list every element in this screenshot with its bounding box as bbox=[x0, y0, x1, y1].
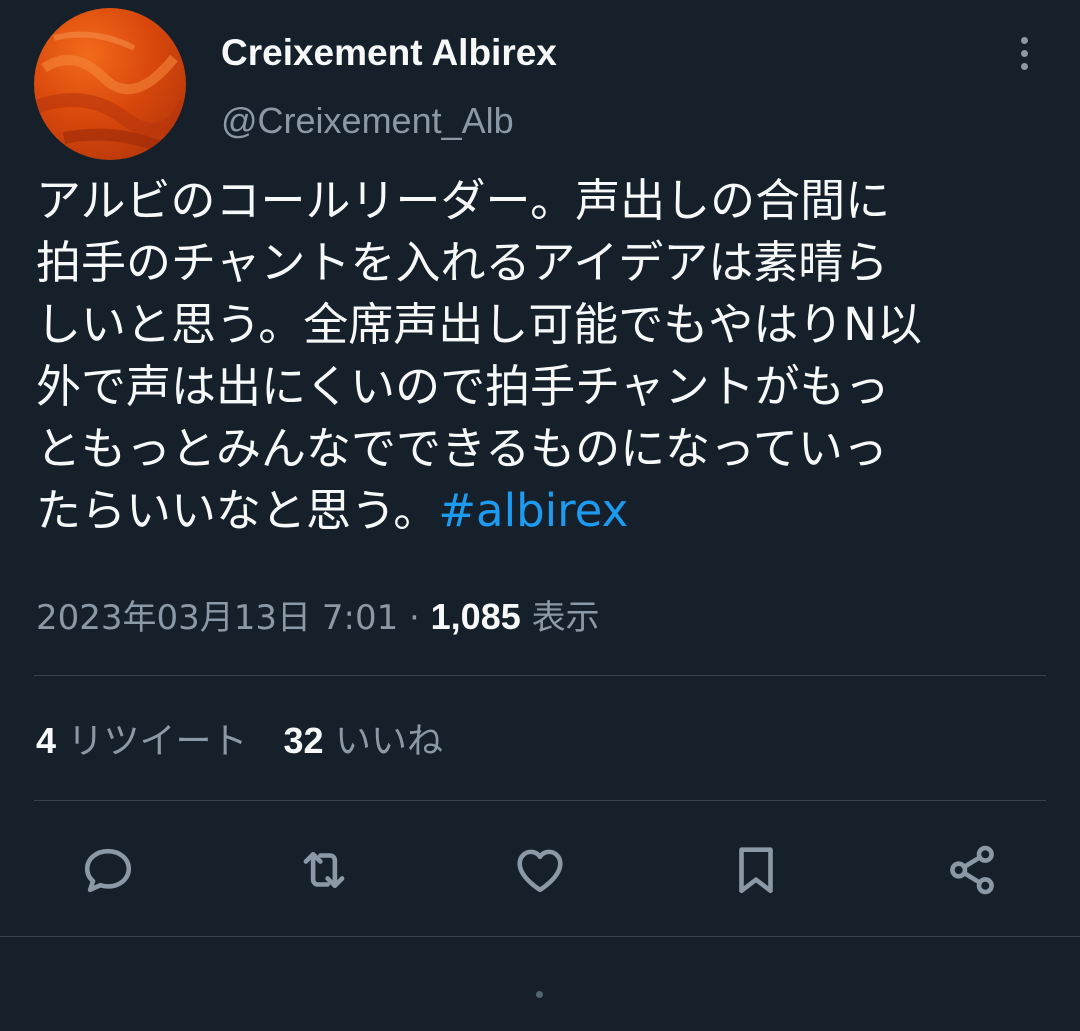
more-options-button[interactable] bbox=[1004, 30, 1044, 76]
more-options-dot bbox=[1020, 49, 1028, 57]
likes-count: 32 bbox=[283, 720, 324, 761]
avatar[interactable] bbox=[34, 8, 186, 160]
tweet-stats: 4 リツイート 32 いいね bbox=[36, 716, 443, 767]
timestamp[interactable]: 2023年03月13日 7:01 bbox=[36, 598, 398, 638]
share-button[interactable] bbox=[940, 838, 1004, 902]
tweet-text-line: たらいいなと思う。 bbox=[36, 484, 439, 537]
retweets-label: リツイート bbox=[67, 721, 248, 762]
tweet-text-line: アルビのコールリーダー。声出しの合間に bbox=[36, 174, 891, 227]
retweets-count: 4 bbox=[36, 720, 57, 761]
tweet-text: アルビのコールリーダー。声出しの合間に 拍手のチャントを入れるアイデアは素晴ら … bbox=[36, 170, 1046, 542]
like-button[interactable] bbox=[508, 838, 572, 902]
display-name[interactable]: Creixement Albirex bbox=[221, 30, 557, 76]
tweet-meta: 2023年03月13日 7:01 · 1,085 表示 bbox=[36, 592, 600, 643]
likes-stat[interactable]: 32 いいね bbox=[283, 720, 444, 762]
views-count: 1,085 bbox=[430, 596, 521, 637]
views-label: 表示 bbox=[531, 598, 600, 638]
divider bbox=[34, 675, 1046, 676]
tweet-text-last-line: たらいいなと思う。#albirex bbox=[36, 480, 1046, 542]
hashtag-link[interactable]: #albirex bbox=[438, 484, 628, 537]
tweet-text-line: 拍手のチャントを入れるアイデアは素晴ら bbox=[36, 236, 889, 289]
reply-button[interactable] bbox=[76, 838, 140, 902]
tweet-text-line: 外で声は出にくいので拍手チャントがもっ bbox=[36, 360, 890, 413]
page-indicator-dot bbox=[536, 991, 543, 998]
user-handle[interactable]: @Creixement_Alb bbox=[221, 98, 514, 144]
meta-separator: · bbox=[409, 598, 420, 638]
bookmark-button[interactable] bbox=[724, 838, 788, 902]
more-options-dot bbox=[1020, 62, 1028, 70]
retweet-icon bbox=[303, 851, 345, 889]
share-icon bbox=[950, 845, 994, 895]
retweet-button[interactable] bbox=[292, 838, 356, 902]
bookmark-icon bbox=[739, 847, 773, 894]
reply-icon bbox=[84, 848, 132, 893]
retweets-stat[interactable]: 4 リツイート bbox=[36, 720, 248, 762]
divider bbox=[0, 936, 1080, 937]
more-options-icon bbox=[1020, 36, 1028, 44]
avatar-image bbox=[34, 31, 186, 154]
like-icon bbox=[517, 849, 563, 893]
tweet-text-line: しいと思う。全席声出し可能でもやはりN以 bbox=[36, 298, 922, 351]
divider bbox=[34, 800, 1046, 801]
likes-label: いいね bbox=[335, 721, 444, 762]
tweet-text-line: ともっとみんなでできるものになっていっ bbox=[36, 422, 888, 475]
